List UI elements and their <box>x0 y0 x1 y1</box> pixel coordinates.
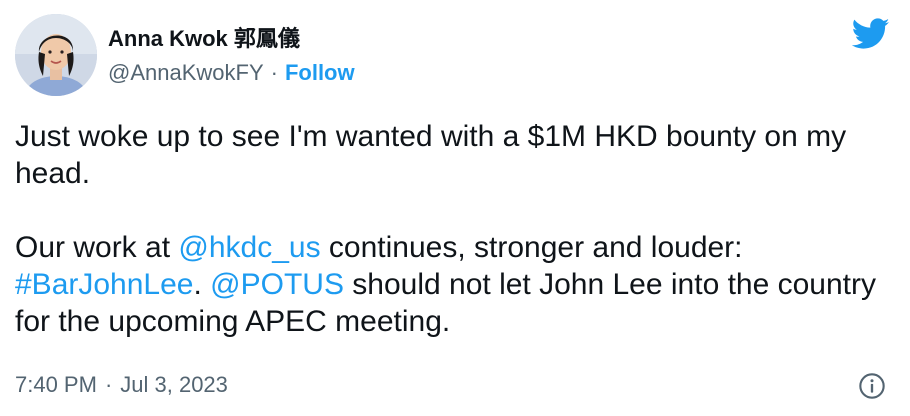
author-info: Anna Kwok 郭鳳儀 @AnnaKwokFY · Follow <box>108 22 355 88</box>
author-handle[interactable]: @AnnaKwokFY <box>108 60 264 86</box>
follow-button[interactable]: Follow <box>285 60 355 86</box>
tweet-text-segment: . <box>193 268 211 301</box>
tweet-text-segment: Our work at <box>15 231 179 264</box>
avatar-photo <box>15 14 97 96</box>
hashtag-link[interactable]: #BarJohnLee <box>15 268 193 301</box>
tweet-card: Anna Kwok 郭鳳儀 @AnnaKwokFY · Follow Just … <box>0 0 910 416</box>
author-name[interactable]: Anna Kwok 郭鳳儀 <box>108 22 355 52</box>
twitter-bird-icon[interactable] <box>852 18 890 50</box>
tweet-timestamp[interactable]: 7:40 PM · Jul 3, 2023 <box>15 370 228 400</box>
tweet-text: Just woke up to see I'm wanted with a $1… <box>15 118 890 340</box>
tweet-date: Jul 3, 2023 <box>120 372 228 397</box>
mention-hkdc-link[interactable]: @hkdc_us <box>178 231 320 264</box>
avatar[interactable] <box>15 14 97 96</box>
tweet-paragraph-2: Our work at @hkdc_us continues, stronger… <box>15 229 890 340</box>
tweet-paragraph-1: Just woke up to see I'm wanted with a $1… <box>15 120 847 190</box>
info-icon[interactable] <box>858 372 886 400</box>
separator-dot: · <box>270 60 278 85</box>
separator-dot: · <box>104 372 113 397</box>
tweet-text-segment: continues, stronger and louder: <box>320 231 743 264</box>
mention-potus-link[interactable]: @POTUS <box>210 268 344 301</box>
tweet-time: 7:40 PM <box>15 372 97 397</box>
author-handle-row: @AnnaKwokFY · Follow <box>108 58 355 88</box>
